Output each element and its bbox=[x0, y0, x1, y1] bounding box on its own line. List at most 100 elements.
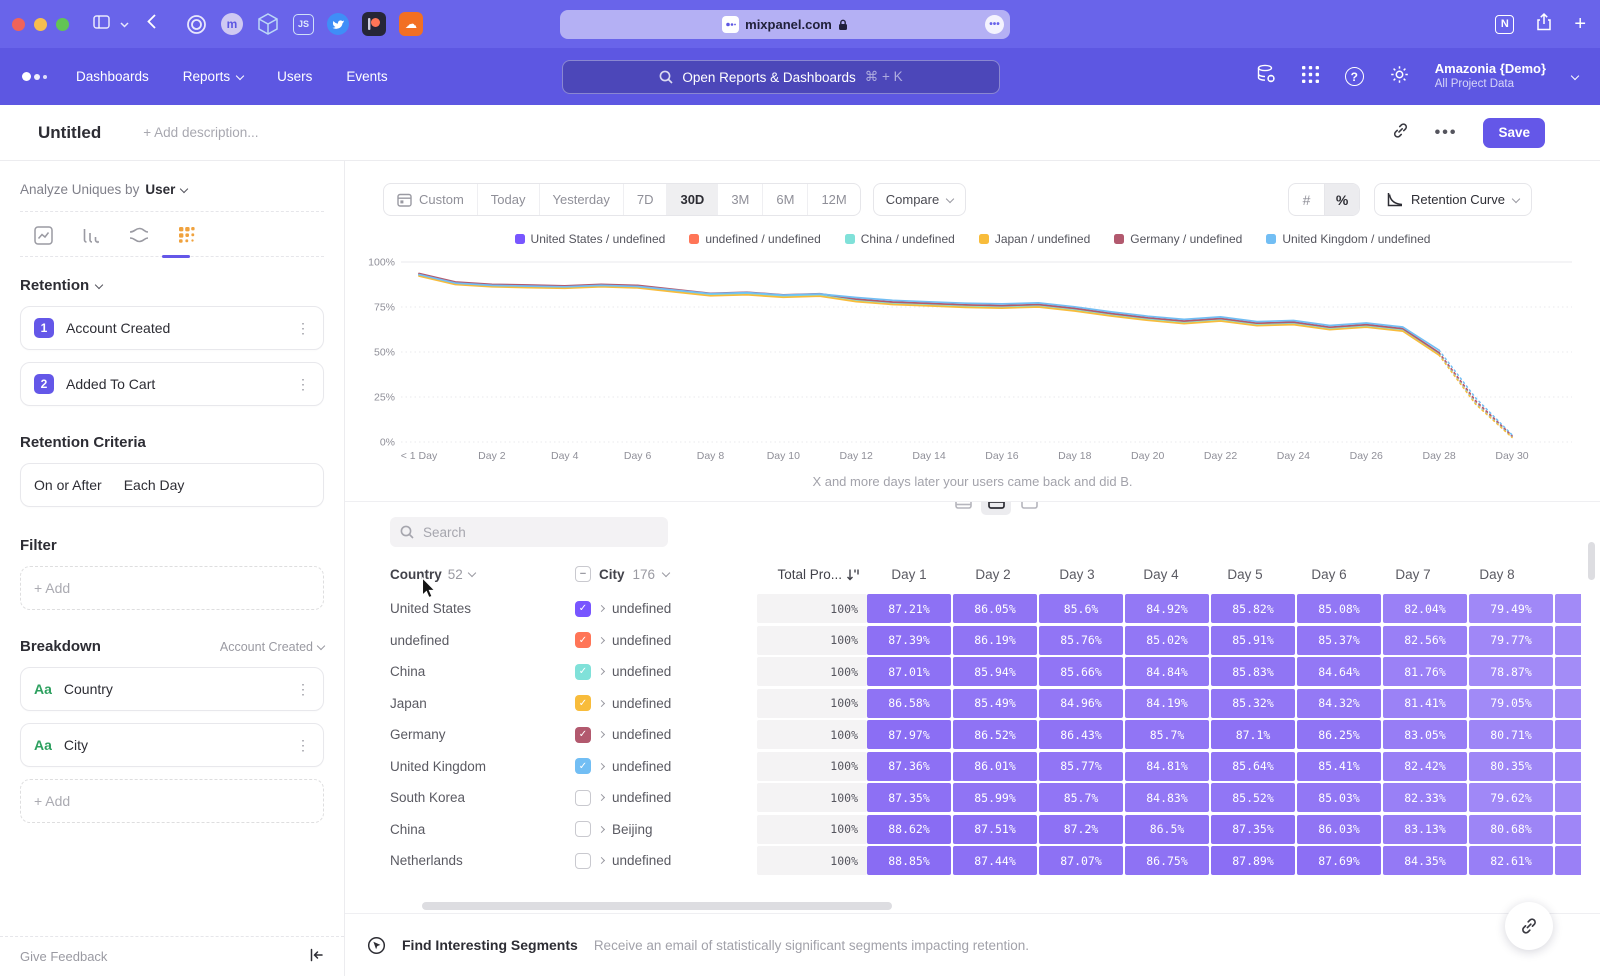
data-management-icon[interactable] bbox=[1256, 64, 1276, 89]
tab-retention[interactable] bbox=[176, 224, 198, 246]
cube-extension-icon[interactable] bbox=[256, 12, 280, 36]
retention-cell[interactable]: 79.77% bbox=[1469, 626, 1553, 655]
day-column-header[interactable]: Day 2 bbox=[951, 567, 1035, 582]
retention-cell[interactable]: 81.41% bbox=[1383, 689, 1467, 718]
retention-cell[interactable]: 86.75% bbox=[1125, 846, 1209, 875]
retention-cell[interactable]: 85.7% bbox=[1039, 783, 1123, 812]
legend-item[interactable]: United Kingdom / undefined bbox=[1266, 232, 1430, 246]
retention-cell[interactable]: 85.83% bbox=[1211, 657, 1295, 686]
split-view-button[interactable] bbox=[981, 501, 1011, 515]
retention-cell[interactable]: 86.03% bbox=[1297, 815, 1381, 844]
kebab-menu-icon[interactable]: ⋮ bbox=[296, 376, 310, 393]
table-row[interactable]: China✓undefined100%87.01%85.94%85.66%84.… bbox=[390, 656, 1600, 688]
retention-cell[interactable]: 87.39% bbox=[867, 626, 951, 655]
table-row[interactable]: South Koreaundefined100%87.35%85.99%85.7… bbox=[390, 782, 1600, 814]
row-checkbox[interactable]: ✓ bbox=[575, 632, 591, 648]
retention-cell[interactable]: 83.05% bbox=[1383, 720, 1467, 749]
collapse-sidebar-icon[interactable] bbox=[309, 948, 324, 965]
city-column-header[interactable]: − City 176 bbox=[575, 566, 755, 582]
expand-chevron-icon[interactable] bbox=[598, 668, 605, 675]
retention-cell[interactable]: 80.71% bbox=[1469, 720, 1553, 749]
minimize-window-button[interactable] bbox=[34, 18, 47, 31]
compare-button[interactable]: Compare bbox=[873, 183, 966, 216]
day-column-header[interactable]: Day 3 bbox=[1035, 567, 1119, 582]
row-checkbox[interactable]: ✓ bbox=[575, 601, 591, 617]
report-title[interactable]: Untitled bbox=[38, 123, 101, 143]
kebab-menu-icon[interactable]: ⋮ bbox=[296, 681, 310, 698]
retention-cell[interactable]: 86.5% bbox=[1125, 815, 1209, 844]
retention-cell[interactable]: 86.43% bbox=[1039, 720, 1123, 749]
expand-chevron-icon[interactable] bbox=[598, 763, 605, 770]
retention-cell[interactable]: 85.52% bbox=[1211, 783, 1295, 812]
range-12m[interactable]: 12M bbox=[807, 184, 859, 215]
range-today[interactable]: Today bbox=[477, 184, 539, 215]
retention-cell[interactable]: 87.97% bbox=[867, 720, 951, 749]
retention-cell[interactable]: 84.19% bbox=[1125, 689, 1209, 718]
retention-cell[interactable]: 84.84% bbox=[1125, 657, 1209, 686]
total-column-header[interactable]: Total Pro... bbox=[755, 567, 867, 582]
row-checkbox[interactable]: ✓ bbox=[575, 695, 591, 711]
range-custom[interactable]: Custom bbox=[384, 184, 477, 215]
expand-chevron-icon[interactable] bbox=[598, 857, 605, 864]
breakdown-scope-select[interactable]: Account Created bbox=[220, 640, 324, 654]
copy-link-icon[interactable] bbox=[1392, 122, 1409, 144]
legend-item[interactable]: United States / undefined bbox=[515, 232, 666, 246]
table-row[interactable]: United Kingdom✓undefined100%87.36%86.01%… bbox=[390, 751, 1600, 783]
table-row[interactable]: Netherlandsundefined100%88.85%87.44%87.0… bbox=[390, 845, 1600, 877]
retention-cell[interactable]: 86.25% bbox=[1297, 720, 1381, 749]
retention-cell[interactable]: 82.04% bbox=[1383, 594, 1467, 623]
retention-cell[interactable]: 88.85% bbox=[867, 846, 951, 875]
row-checkbox[interactable]: ✓ bbox=[575, 758, 591, 774]
retention-chart[interactable]: 100%75%50%25%0%< 1 DayDay 2Day 4Day 6Day… bbox=[357, 252, 1587, 470]
nav-item-events[interactable]: Events bbox=[346, 69, 387, 84]
expand-chevron-icon[interactable] bbox=[598, 637, 605, 644]
retention-cell[interactable]: 79.62% bbox=[1469, 783, 1553, 812]
give-feedback-link[interactable]: Give Feedback bbox=[20, 949, 107, 964]
global-search[interactable]: Open Reports & Dashboards ⌘ + K bbox=[562, 60, 1000, 94]
add-description[interactable]: + Add description... bbox=[143, 125, 258, 140]
retention-cell[interactable]: 80.35% bbox=[1469, 752, 1553, 781]
retention-cell[interactable]: 87.35% bbox=[867, 783, 951, 812]
row-checkbox[interactable]: ✓ bbox=[575, 727, 591, 743]
legend-item[interactable]: undefined / undefined bbox=[689, 232, 820, 246]
more-options-icon[interactable]: ••• bbox=[1435, 124, 1458, 142]
address-bar[interactable]: mixpanel.com ••• bbox=[560, 10, 1010, 39]
retention-cell[interactable]: 86.05% bbox=[953, 594, 1037, 623]
project-switcher[interactable]: Amazonia {Demo} All Project Data bbox=[1435, 61, 1546, 92]
retention-section-title[interactable]: Retention bbox=[20, 277, 89, 294]
day-column-header[interactable]: Day 1 bbox=[867, 567, 951, 582]
tab-funnels[interactable] bbox=[80, 224, 102, 246]
retention-cell[interactable]: 84.35% bbox=[1383, 846, 1467, 875]
retention-cell[interactable]: 85.32% bbox=[1211, 689, 1295, 718]
retention-cell[interactable]: 86.19% bbox=[953, 626, 1037, 655]
kebab-menu-icon[interactable]: ⋮ bbox=[296, 737, 310, 754]
js-extension-icon[interactable]: JS bbox=[293, 14, 314, 35]
retention-cell[interactable]: 80.68% bbox=[1469, 815, 1553, 844]
day-column-header[interactable]: Day 6 bbox=[1287, 567, 1371, 582]
retention-cell[interactable]: 87.21% bbox=[867, 594, 951, 623]
retention-cell[interactable]: 82.56% bbox=[1383, 626, 1467, 655]
breakdown-add-button[interactable]: + Add bbox=[20, 779, 324, 823]
retention-cell[interactable]: 85.76% bbox=[1039, 626, 1123, 655]
retention-cell[interactable]: 85.02% bbox=[1125, 626, 1209, 655]
soundcloud-extension-icon[interactable]: ☁ bbox=[399, 12, 423, 36]
retention-step-1[interactable]: 1Account Created⋮ bbox=[20, 306, 324, 350]
apps-grid-icon[interactable] bbox=[1302, 66, 1319, 88]
m-extension-icon[interactable]: m bbox=[221, 13, 243, 35]
retention-cell[interactable]: 87.35% bbox=[1211, 815, 1295, 844]
day-column-header[interactable]: Day 7 bbox=[1371, 567, 1455, 582]
row-checkbox[interactable]: ✓ bbox=[575, 664, 591, 680]
zoom-window-button[interactable] bbox=[56, 18, 69, 31]
expand-chevron-icon[interactable] bbox=[598, 794, 605, 801]
retention-cell[interactable]: 87.07% bbox=[1039, 846, 1123, 875]
retention-cell[interactable]: 82.33% bbox=[1383, 783, 1467, 812]
range-7d[interactable]: 7D bbox=[623, 184, 667, 215]
retention-cell[interactable]: 87.44% bbox=[953, 846, 1037, 875]
nav-item-users[interactable]: Users bbox=[277, 69, 312, 84]
range-6m[interactable]: 6M bbox=[762, 184, 807, 215]
legend-item[interactable]: Japan / undefined bbox=[979, 232, 1090, 246]
filter-add-button[interactable]: + Add bbox=[20, 566, 324, 610]
retention-cell[interactable]: 81.76% bbox=[1383, 657, 1467, 686]
retention-cell[interactable]: 85.7% bbox=[1125, 720, 1209, 749]
notion-icon[interactable]: N bbox=[1495, 15, 1514, 34]
